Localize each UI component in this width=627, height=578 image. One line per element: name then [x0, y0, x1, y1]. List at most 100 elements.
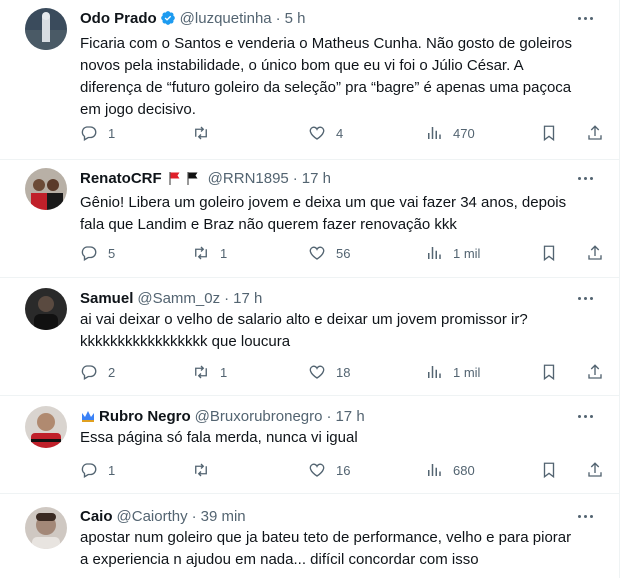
heart-icon: [309, 365, 325, 379]
action-bar: 2 1 18 1 mil: [80, 361, 610, 383]
share-button[interactable]: [586, 361, 604, 383]
more-options-icon[interactable]: [575, 8, 595, 28]
analytics-icon: [428, 247, 441, 259]
avatar[interactable]: [25, 8, 67, 50]
share-button[interactable]: [586, 122, 604, 144]
bookmark-icon: [543, 364, 555, 381]
like-button[interactable]: 4: [308, 122, 343, 144]
views-button[interactable]: 1 mil: [425, 242, 480, 264]
action-bar: 1 4 470: [80, 122, 610, 144]
analytics-icon: [428, 127, 441, 139]
tweet-text: apostar num goleiro que ja bateu teto de…: [80, 529, 572, 568]
like-button[interactable]: 16: [308, 459, 350, 481]
views-button[interactable]: 1 mil: [425, 361, 480, 383]
retweet-icon: [195, 463, 207, 477]
share-button[interactable]: [586, 459, 604, 481]
handle[interactable]: @RRN1895: [208, 170, 289, 187]
display-name[interactable]: Caio: [80, 508, 113, 525]
like-button[interactable]: 56: [308, 242, 350, 264]
timestamp[interactable]: 17 h: [302, 170, 331, 187]
action-bar: 5 1 56 1 mil: [80, 242, 610, 264]
tweet-header: Caio @Caiorthy · 39 min: [80, 506, 580, 526]
tweet-1[interactable]: Odo Prado @luzquetinha · 5 h Ficaria com…: [0, 0, 620, 160]
retweet-icon: [195, 126, 207, 140]
retweet-count: 1: [220, 364, 228, 380]
crown-emoji-icon: [82, 411, 94, 422]
view-count: 470: [453, 125, 475, 141]
red-flag-icon: [169, 172, 180, 185]
views-button[interactable]: 680: [425, 459, 475, 481]
retweet-button[interactable]: 1: [192, 242, 227, 264]
bookmark-button[interactable]: [540, 459, 558, 481]
tweet-5[interactable]: Caio @Caiorthy · 39 min apostar num gole…: [0, 494, 620, 578]
bookmark-icon: [543, 245, 555, 262]
reply-icon: [81, 126, 97, 141]
display-name[interactable]: Odo Prado: [80, 10, 157, 27]
share-icon: [588, 125, 602, 140]
separator-dot: ·: [275, 9, 281, 27]
analytics-icon: [428, 464, 441, 476]
timestamp[interactable]: 5 h: [285, 10, 306, 27]
reply-button[interactable]: 5: [80, 242, 115, 264]
bookmark-button[interactable]: [540, 361, 558, 383]
tweet-text: Gênio! Libera um goleiro jovem e deixa u…: [80, 194, 567, 233]
views-button[interactable]: 470: [425, 122, 475, 144]
handle[interactable]: @luzquetinha: [180, 10, 272, 27]
reply-count: 1: [108, 462, 116, 478]
action-bar: 1 16 680: [80, 459, 610, 481]
like-button[interactable]: 18: [308, 361, 350, 383]
reply-button[interactable]: 2: [80, 361, 115, 383]
tweet-2[interactable]: RenatoCRF @RRN1895 · 17 h Gênio! Libera …: [0, 160, 620, 278]
separator-dot: ·: [326, 407, 332, 425]
more-options-icon[interactable]: [575, 406, 595, 426]
tweet-header: Samuel @Samm_0z · 17 h: [80, 288, 580, 308]
handle[interactable]: @Caiorthy: [117, 508, 188, 525]
like-count: 56: [336, 245, 351, 261]
tweet-text: ai vai deixar o velho de salario alto e …: [80, 311, 528, 350]
share-button[interactable]: [586, 242, 604, 264]
reply-button[interactable]: 1: [80, 459, 115, 481]
heart-icon: [309, 246, 325, 260]
avatar[interactable]: [25, 288, 67, 330]
handle[interactable]: @Bruxorubronegro: [195, 408, 323, 425]
heart-icon: [309, 463, 325, 477]
tweet-header: Rubro Negro @Bruxorubronegro · 17 h: [80, 406, 580, 426]
share-icon: [588, 364, 602, 379]
view-count: 1 mil: [453, 364, 481, 380]
reply-button[interactable]: 1: [80, 122, 115, 144]
reply-icon: [81, 246, 97, 261]
retweet-button[interactable]: 1: [192, 361, 227, 383]
handle[interactable]: @Samm_0z: [137, 290, 220, 307]
tweet-text: Essa página só fala merda, nunca vi igua…: [80, 429, 358, 446]
retweet-icon: [195, 246, 207, 260]
display-name[interactable]: Rubro Negro: [99, 408, 191, 425]
timestamp[interactable]: 17 h: [233, 290, 262, 307]
more-options-icon[interactable]: [575, 288, 595, 308]
more-options-icon[interactable]: [575, 168, 595, 188]
display-name[interactable]: Samuel: [80, 290, 133, 307]
reply-feed: Odo Prado @luzquetinha · 5 h Ficaria com…: [0, 0, 620, 578]
view-count: 1 mil: [453, 245, 481, 261]
view-count: 680: [453, 462, 475, 478]
tweet-header: Odo Prado @luzquetinha · 5 h: [80, 8, 580, 28]
tweet-4[interactable]: Rubro Negro @Bruxorubronegro · 17 h Essa…: [0, 396, 620, 494]
retweet-button[interactable]: [192, 459, 220, 481]
bookmark-button[interactable]: [540, 122, 558, 144]
tweet-text: Ficaria com o Santos e venderia o Matheu…: [80, 35, 572, 118]
more-options-icon[interactable]: [575, 506, 595, 526]
timestamp[interactable]: 39 min: [201, 508, 246, 525]
retweet-count: 1: [220, 245, 228, 261]
heart-icon: [309, 126, 325, 140]
avatar[interactable]: [25, 168, 67, 210]
display-name[interactable]: RenatoCRF: [80, 170, 162, 187]
bookmark-icon: [543, 462, 555, 479]
avatar[interactable]: [25, 507, 67, 549]
avatar[interactable]: [25, 406, 67, 448]
like-count: 18: [336, 364, 351, 380]
bookmark-button[interactable]: [540, 242, 558, 264]
timestamp[interactable]: 17 h: [335, 408, 364, 425]
retweet-button[interactable]: [192, 122, 220, 144]
tweet-3[interactable]: Samuel @Samm_0z · 17 h ai vai deixar o v…: [0, 278, 620, 396]
like-count: 4: [336, 125, 344, 141]
retweet-icon: [195, 365, 207, 379]
